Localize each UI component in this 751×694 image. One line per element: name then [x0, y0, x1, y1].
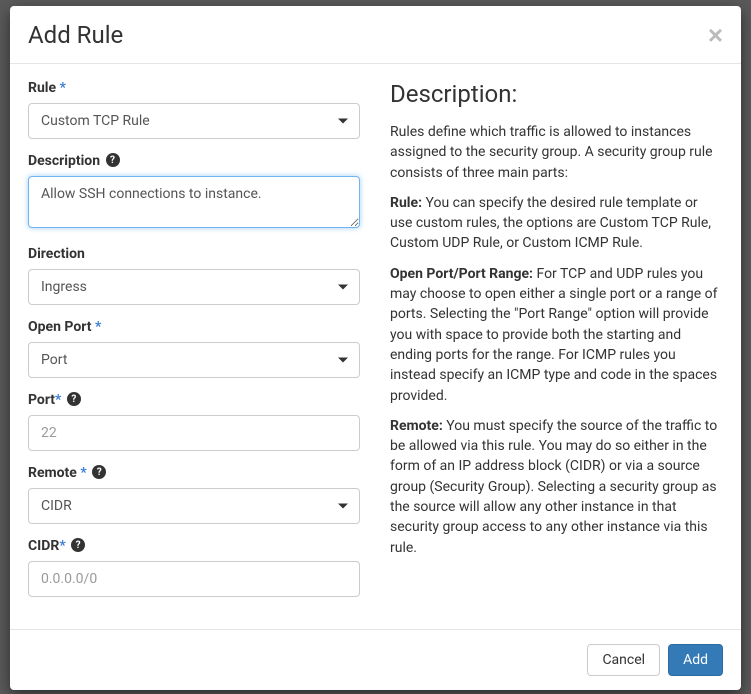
required-asterisk: * — [60, 80, 66, 96]
help-icon[interactable]: ? — [67, 392, 81, 406]
port-label-text: Port — [28, 392, 55, 408]
open-port-group: Open Port * Port — [28, 319, 360, 378]
add-rule-modal: Add Rule × Rule * Custom TCP Rule Descri — [10, 6, 741, 690]
open-port-label-text: Open Port — [28, 319, 91, 335]
port-group: Port* ? — [28, 392, 360, 451]
cidr-input[interactable] — [28, 561, 360, 597]
rule-label: Rule * — [28, 80, 360, 96]
help-remote-label: Remote: — [390, 418, 443, 434]
remote-select[interactable]: CIDR — [28, 488, 360, 524]
remote-group: Remote * ? CIDR — [28, 465, 360, 524]
open-port-label: Open Port * — [28, 319, 360, 335]
close-icon[interactable]: × — [708, 22, 723, 48]
required-asterisk: * — [59, 538, 65, 554]
description-column: Description: Rules define which traffic … — [390, 80, 723, 619]
open-port-select[interactable]: Port — [28, 342, 360, 378]
rule-group: Rule * Custom TCP Rule — [28, 80, 360, 139]
help-rule-para: Rule: You can specify the desired rule t… — [390, 193, 723, 254]
help-icon[interactable]: ? — [92, 465, 106, 479]
help-rule-label: Rule: — [390, 195, 422, 211]
rule-select[interactable]: Custom TCP Rule — [28, 103, 360, 139]
rule-label-text: Rule — [28, 80, 56, 96]
cidr-label: CIDR* ? — [28, 538, 360, 554]
modal-body: Rule * Custom TCP Rule Description ? — [10, 64, 741, 629]
description-label-text: Description — [28, 153, 100, 169]
help-port-para: Open Port/Port Range: For TCP and UDP ru… — [390, 264, 723, 406]
port-label: Port* ? — [28, 392, 360, 408]
remote-label: Remote * ? — [28, 465, 360, 481]
modal-title: Add Rule — [28, 21, 123, 49]
description-label: Description ? — [28, 153, 360, 169]
add-button[interactable]: Add — [668, 644, 723, 676]
remote-label-text: Remote — [28, 465, 77, 481]
direction-select[interactable]: Ingress — [28, 269, 360, 305]
help-rule-text: You can specify the desired rule templat… — [390, 195, 711, 252]
help-port-label: Open Port/Port Range: — [390, 266, 533, 282]
help-title: Description: — [390, 80, 723, 108]
required-asterisk: * — [80, 465, 86, 481]
direction-label: Direction — [28, 246, 360, 262]
direction-group: Direction Ingress — [28, 246, 360, 305]
modal-header: Add Rule × — [10, 6, 741, 64]
modal-footer: Cancel Add — [10, 629, 741, 690]
help-port-text: For TCP and UDP rules you may choose to … — [390, 266, 717, 404]
description-group: Description ? — [28, 153, 360, 232]
direction-label-text: Direction — [28, 246, 85, 262]
form-column: Rule * Custom TCP Rule Description ? — [28, 80, 360, 619]
required-asterisk: * — [95, 319, 101, 335]
cancel-button[interactable]: Cancel — [587, 644, 660, 676]
cidr-group: CIDR* ? — [28, 538, 360, 597]
help-icon[interactable]: ? — [106, 153, 120, 167]
description-textarea[interactable] — [28, 176, 360, 228]
help-remote-text: You must specify the source of the traff… — [390, 418, 717, 556]
help-icon[interactable]: ? — [71, 538, 85, 552]
required-asterisk: * — [55, 392, 61, 408]
help-intro: Rules define which traffic is allowed to… — [390, 122, 723, 183]
cidr-label-text: CIDR — [28, 538, 59, 554]
help-remote-para: Remote: You must specify the source of t… — [390, 416, 723, 558]
port-input[interactable] — [28, 415, 360, 451]
